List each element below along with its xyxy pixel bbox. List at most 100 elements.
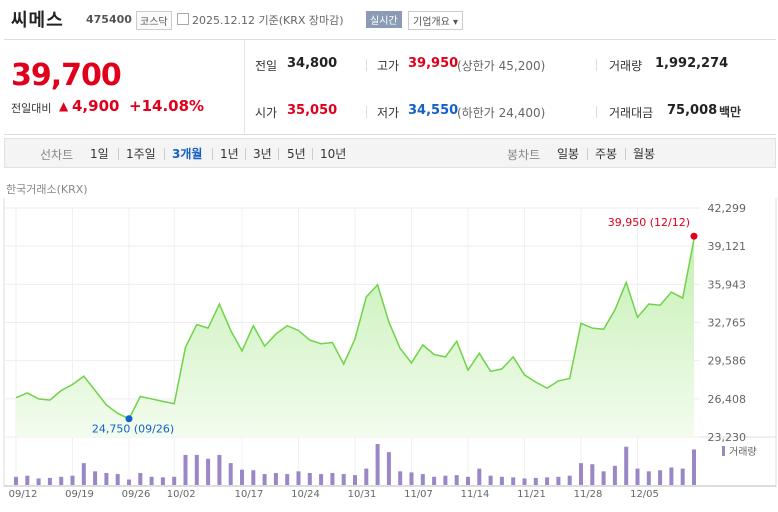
volume-bar xyxy=(262,474,267,485)
amount-unit: 백만 xyxy=(719,105,742,119)
high-label: 고가 xyxy=(377,59,400,73)
low-value: 34,550 xyxy=(408,103,459,118)
x-tick-label: 10/17 xyxy=(235,489,264,500)
volume-bar xyxy=(466,476,470,485)
volume-bar xyxy=(364,468,369,485)
volume-bar xyxy=(285,474,290,485)
calendar-icon xyxy=(177,13,189,25)
volume-bar xyxy=(612,465,617,485)
stock-code: 475400 xyxy=(86,13,132,26)
separator xyxy=(596,59,597,71)
volume-bar xyxy=(81,463,86,485)
upper-limit: (상한가 45,200) xyxy=(457,59,546,73)
candle-chart-label: 봉차트 xyxy=(507,148,541,162)
period-weekly[interactable]: 주봉 xyxy=(595,145,617,162)
high-marker xyxy=(690,232,698,240)
period-1d[interactable]: 1일 xyxy=(90,145,109,162)
volume-bar xyxy=(522,478,527,485)
realtime-button[interactable]: 실시간 xyxy=(366,11,402,28)
volume-value: 1,992,274 xyxy=(655,56,729,71)
volume-bar xyxy=(70,475,75,485)
y-tick-label: 32,765 xyxy=(708,317,747,330)
x-tick-label: 09/19 xyxy=(65,489,94,500)
period-5y[interactable]: 5년 xyxy=(287,145,306,162)
volume-bar xyxy=(330,472,335,485)
period-3y[interactable]: 3년 xyxy=(253,145,272,162)
volume-bar xyxy=(635,468,640,485)
x-tick-label: 12/05 xyxy=(630,489,659,500)
volume-legend-swatch xyxy=(722,446,725,456)
period-10y[interactable]: 10년 xyxy=(320,145,346,162)
volume-bar xyxy=(567,475,572,485)
open-label: 시가 xyxy=(255,106,278,120)
stock-name: 씨메스 xyxy=(11,10,64,31)
volume-bar xyxy=(556,476,561,485)
volume-bar xyxy=(646,471,651,485)
x-tick-label: 10/02 xyxy=(167,489,196,500)
volume-bar xyxy=(488,475,493,485)
quote-panel: 39,700 전일대비 ▲ 4,900 +14.08% 전일 34,800 고가… xyxy=(4,39,776,135)
volume-bar xyxy=(14,476,18,485)
volume-bar xyxy=(454,475,459,485)
volume-bar xyxy=(240,469,244,485)
volume-bar xyxy=(47,477,52,485)
volume-bar xyxy=(172,476,177,485)
volume-bar xyxy=(533,477,538,485)
volume-bar xyxy=(590,464,595,485)
volume-bar xyxy=(228,463,233,485)
x-tick-label: 11/28 xyxy=(574,489,603,500)
period-daily[interactable]: 일봉 xyxy=(557,145,579,162)
volume-bar xyxy=(545,477,550,485)
volume-bar xyxy=(398,471,403,485)
volume-bar xyxy=(183,454,188,485)
y-tick-label: 26,408 xyxy=(708,393,747,406)
lower-limit: (하한가 24,400) xyxy=(457,106,546,120)
x-tick-label: 10/24 xyxy=(291,489,320,500)
y-tick-label: 29,586 xyxy=(708,355,747,368)
prev-close-value: 34,800 xyxy=(287,56,338,71)
prev-close-label: 전일 xyxy=(255,59,278,73)
up-arrow-icon: ▲ xyxy=(59,99,69,113)
volume-bar xyxy=(307,472,312,485)
volume-bar xyxy=(251,470,256,485)
volume-bar xyxy=(93,471,98,485)
volume-label: 거래량 xyxy=(609,59,643,73)
volume-bar xyxy=(432,476,437,485)
x-tick-label: 11/07 xyxy=(404,489,433,500)
separator xyxy=(596,106,597,118)
period-1w[interactable]: 1주일 xyxy=(126,145,156,162)
x-tick-label: 09/26 xyxy=(122,489,151,500)
title-bar: 씨메스 475400 코스닥 2025.12.12 기준(KRX 장마감) 실시… xyxy=(0,0,778,38)
volume-bar xyxy=(319,474,324,485)
x-tick-label: 11/21 xyxy=(517,489,546,500)
line-chart-label: 선차트 xyxy=(40,148,74,162)
volume-bar xyxy=(149,476,154,485)
change-label: 전일대비 xyxy=(11,102,52,115)
volume-bar xyxy=(692,449,696,485)
volume-bar xyxy=(127,479,131,485)
company-overview-dropdown[interactable]: 기업개요 ▾ xyxy=(408,11,463,30)
period-bar: 선차트 1일 1주일 3개월 1년 3년 5년 10년 봉차트 일봉 주봉 월봉 xyxy=(4,138,776,168)
volume-bar xyxy=(138,472,143,485)
volume-bar xyxy=(115,474,120,485)
open-value: 35,050 xyxy=(287,103,338,118)
period-monthly[interactable]: 월봉 xyxy=(633,145,655,162)
separator xyxy=(587,148,588,160)
period-3m[interactable]: 3개월 xyxy=(172,145,202,162)
volume-bar xyxy=(36,478,41,485)
volume-bar xyxy=(477,468,482,485)
market-badge: 코스닥 xyxy=(136,11,172,30)
volume-legend-label: 거래량 xyxy=(729,446,757,458)
volume-bar xyxy=(601,471,606,485)
x-tick-label: 11/14 xyxy=(461,489,490,500)
volume-bar xyxy=(296,471,301,485)
volume-bar xyxy=(104,472,109,485)
volume-bar xyxy=(658,470,663,485)
volume-bar xyxy=(386,452,391,485)
period-1y[interactable]: 1년 xyxy=(220,145,239,162)
volume-bar xyxy=(624,446,629,485)
volume-bar xyxy=(59,476,64,485)
separator xyxy=(278,148,279,160)
current-price: 39,700 xyxy=(11,58,122,93)
y-tick-label: 23,230 xyxy=(708,431,747,444)
